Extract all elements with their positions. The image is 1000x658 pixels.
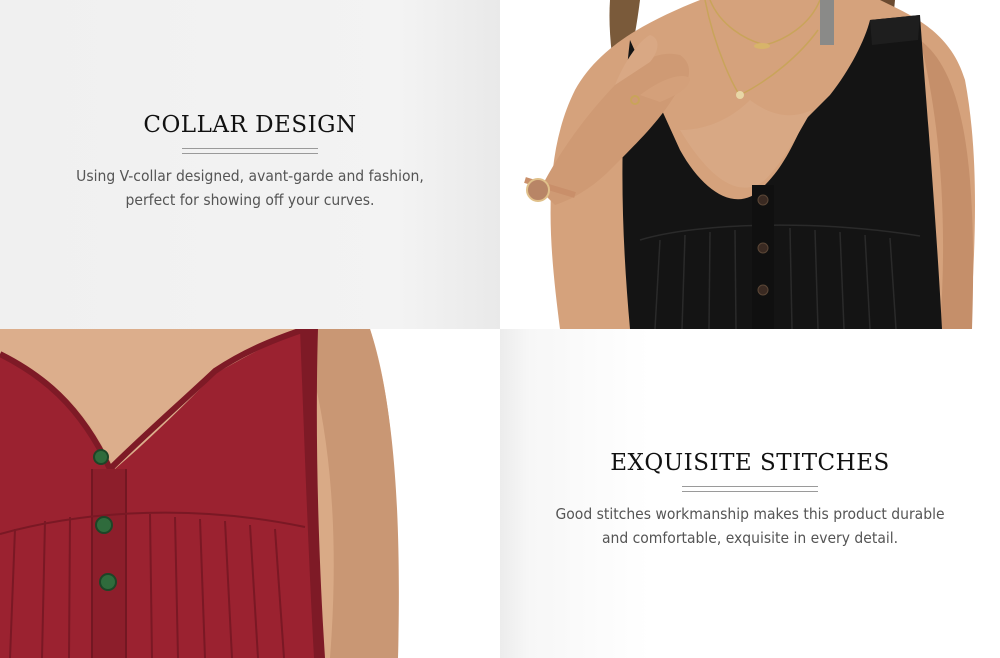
collar-design-text-block: COLLAR DESIGN Using V-collar designed, a… <box>0 112 500 212</box>
exquisite-stitches-text-block: EXQUISITE STITCHES Good stitches workman… <box>500 450 1000 550</box>
black-top-photo <box>500 0 1000 329</box>
exquisite-stitches-heading: EXQUISITE STITCHES <box>610 450 890 476</box>
collar-design-divider <box>182 148 318 154</box>
collar-design-heading: COLLAR DESIGN <box>143 112 357 138</box>
exquisite-stitches-description: Good stitches workmanship makes this pro… <box>555 505 945 547</box>
black-top-illustration <box>500 0 1000 329</box>
red-top-illustration <box>0 329 500 658</box>
exquisite-stitches-divider <box>682 486 818 492</box>
exquisite-stitches-panel: EXQUISITE STITCHES Good stitches workman… <box>500 329 1000 658</box>
collar-design-description: Using V-collar designed, avant-garde and… <box>76 167 424 209</box>
red-top-photo <box>0 329 500 658</box>
collar-design-panel: COLLAR DESIGN Using V-collar designed, a… <box>0 0 500 329</box>
